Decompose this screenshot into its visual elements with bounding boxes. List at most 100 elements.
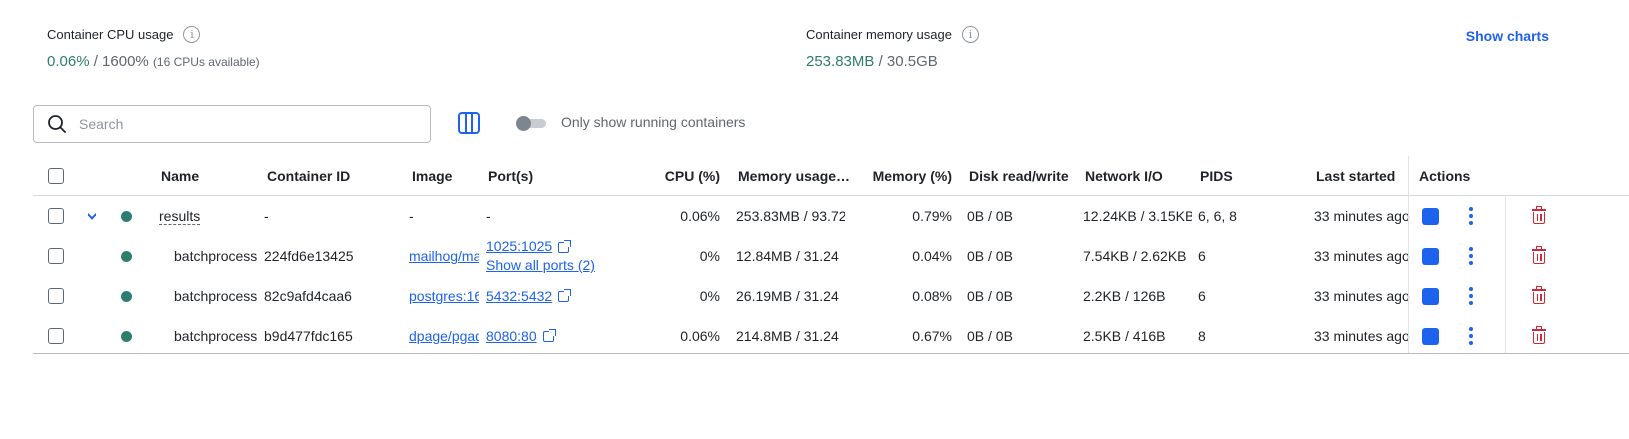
trash-icon[interactable] [1532,246,1546,264]
pids: 8 [1198,328,1206,344]
memory-pct: 0.08% [912,288,952,304]
cpu-usage-stat: Container CPU usage i 0.06% / 1600% (16 … [47,26,260,70]
chevron-down-icon [88,208,96,220]
image: - [409,208,414,224]
header-actions: Actions [1419,168,1471,184]
last-started: 33 minutes ago [1314,208,1410,224]
search-icon [48,115,66,133]
memory-usage-title: Container memory usage [806,27,952,42]
stop-icon[interactable] [1422,207,1439,225]
row-checkbox[interactable] [48,288,64,304]
last-started: 33 minutes ago [1314,248,1410,264]
container-name[interactable]: batchprocess [174,316,259,356]
select-all-checkbox[interactable] [48,168,64,184]
network-io: 7.54KB / 2.62KB [1083,248,1187,264]
memory-usage-stat: Container memory usage i 253.83MB / 30.5… [806,26,979,70]
memory-pct: 0.67% [912,328,952,344]
kebab-menu-icon[interactable] [1469,327,1473,345]
trash-icon[interactable] [1532,206,1546,224]
port-link[interactable]: 5432:5432 [486,288,552,304]
stop-icon[interactable] [1422,327,1439,345]
cpu-available: (16 CPUs available) [152,55,260,69]
container-id: b9d477fdc165 [264,328,353,344]
external-link-icon[interactable] [542,328,556,342]
pids: 6, 6, 8 [1198,208,1237,224]
external-link-icon[interactable] [558,239,572,253]
status-running-icon [121,250,132,262]
running-only-label: Only show running containers [561,114,746,130]
port-link[interactable]: 1025:1025 [486,238,552,254]
last-started: 33 minutes ago [1314,288,1410,304]
row-checkbox[interactable] [48,248,64,264]
cpu-usage-total: / 1600% [93,53,149,70]
header-name[interactable]: Name [161,156,199,196]
table-row[interactable]: batchprocess 224fd6e13425 mailhog/ma 102… [33,236,1629,276]
container-name[interactable]: batchprocess [174,276,259,316]
stop-icon[interactable] [1422,247,1439,265]
cpu-usage-value: 0.06% [47,53,90,70]
trash-icon[interactable] [1532,286,1546,304]
container-id: 82c9afd4caa6 [264,288,352,304]
header-cpu[interactable]: CPU (%) [648,156,720,196]
header-disk[interactable]: Disk read/write [969,156,1069,196]
image-link[interactable]: dpage/pgad [409,328,479,344]
header-ports[interactable]: Port(s) [488,156,533,196]
table-row[interactable]: batchprocess 82c9afd4caa6 postgres:16 54… [33,276,1629,316]
header-memory-usage[interactable]: Memory usage… [738,156,850,196]
memory-pct: 0.79% [912,208,952,224]
info-icon[interactable]: i [183,26,201,43]
disk-io: 0B / 0B [967,208,1013,224]
header-image[interactable]: Image [412,156,452,196]
container-name[interactable]: results [159,208,201,225]
table-header: Name Container ID Image Port(s) CPU (%) … [33,156,1629,196]
cpu-usage-title: Container CPU usage [47,27,174,42]
cpu-pct: 0% [699,248,720,264]
pids: 6 [1198,248,1206,264]
table-bottom-border [33,353,1629,354]
cpu-pct: 0.06% [680,208,720,224]
header-container-id[interactable]: Container ID [267,156,350,196]
row-checkbox[interactable] [48,328,64,344]
header-network[interactable]: Network I/O [1085,156,1163,196]
containers-view: Container CPU usage i 0.06% / 1600% (16 … [0,0,1629,439]
cpu-pct: 0% [699,288,720,304]
running-only-toggle[interactable] [516,116,546,131]
memory-usage-value: 253.83MB [806,53,875,70]
disk-io: 0B / 0B [967,248,1013,264]
status-running-icon [121,290,132,302]
header-memory-pct[interactable]: Memory (%) [853,156,952,196]
memory-usage-total: / 30.5GB [878,53,938,70]
stop-icon[interactable] [1422,287,1439,305]
actions-divider [1408,156,1409,353]
header-last-started[interactable]: Last started [1316,156,1395,196]
expand-toggle[interactable] [88,196,96,236]
disk-io: 0B / 0B [967,288,1013,304]
container-id: 224fd6e13425 [264,248,354,264]
network-io: 12.24KB / 3.15KB [1083,208,1192,224]
select-all-checkbox-cell[interactable] [48,156,64,196]
status-running-icon [121,210,132,222]
header-pids[interactable]: PIDS [1200,156,1233,196]
search-field[interactable] [33,105,431,143]
show-charts-link[interactable]: Show charts [1466,28,1549,44]
trash-icon[interactable] [1532,326,1546,344]
image-link[interactable]: postgres:16 [409,288,479,304]
container-name[interactable]: batchprocess [174,236,259,276]
kebab-menu-icon[interactable] [1469,247,1473,265]
kebab-menu-icon[interactable] [1469,207,1473,225]
table-row[interactable]: batchprocess b9d477fdc165 dpage/pgad 808… [33,316,1629,356]
columns-icon[interactable] [458,112,480,134]
last-started: 33 minutes ago [1314,328,1410,344]
search-input[interactable] [79,116,399,132]
delete-divider [1505,196,1506,353]
kebab-menu-icon[interactable] [1469,287,1473,305]
info-icon[interactable]: i [961,26,979,43]
port-link[interactable]: 8080:80 [486,328,537,344]
image-link[interactable]: mailhog/ma [409,248,479,264]
show-all-ports-link[interactable]: Show all ports (2) [486,256,595,275]
containers-table: Name Container ID Image Port(s) CPU (%) … [33,156,1629,356]
table-row[interactable]: results - - - 0.06% 253.83MB / 93.72 0.7… [33,196,1629,236]
external-link-icon[interactable] [558,288,572,302]
pids: 6 [1198,288,1206,304]
row-checkbox[interactable] [48,208,64,224]
